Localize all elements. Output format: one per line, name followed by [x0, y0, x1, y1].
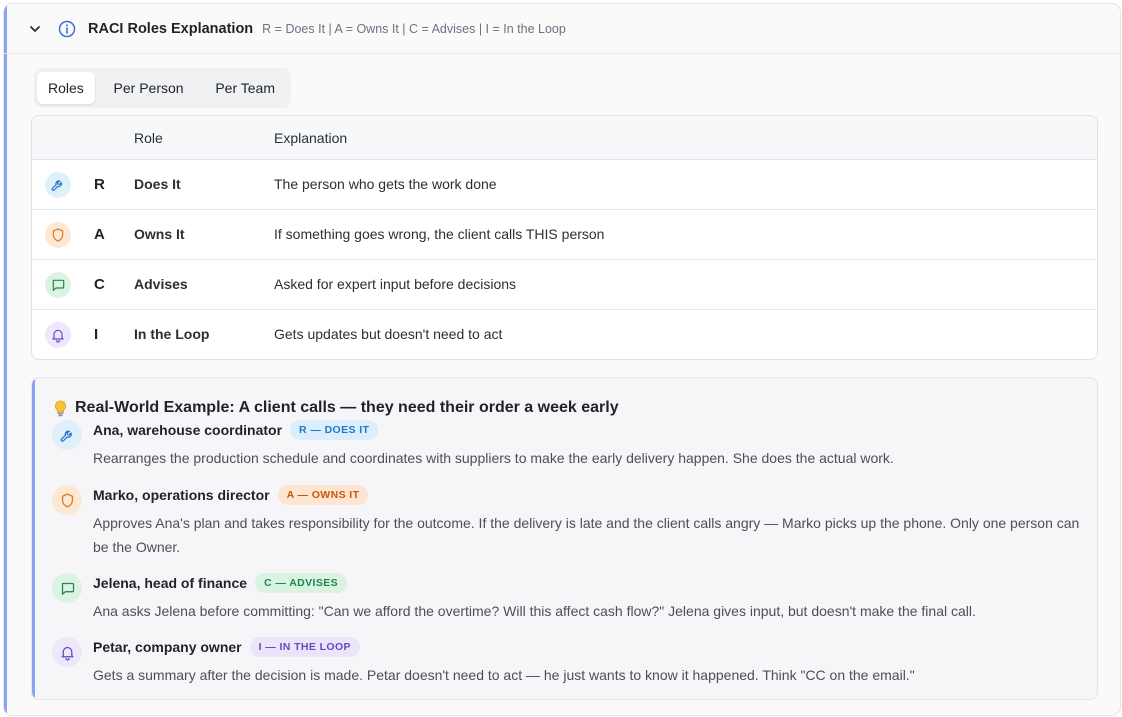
message-icon	[45, 272, 71, 298]
role-letter: C	[94, 276, 105, 293]
role-explanation: If something goes wrong, the client call…	[274, 226, 605, 242]
panel-subtitle: R = Does It | A = Owns It | C = Advises …	[262, 21, 566, 36]
person-description: Ana asks Jelena before committing: "Can …	[93, 603, 976, 619]
person-name-row: Ana, warehouse coordinator R — DOES IT	[93, 420, 379, 440]
roles-table: Role Explanation R Does It The person wh…	[31, 115, 1098, 360]
panel-header[interactable]: RACI Roles Explanation R = Does It | A =…	[4, 4, 1120, 54]
role-explanation: The person who gets the work done	[274, 176, 497, 192]
example-panel: Real-World Example: A client calls — the…	[31, 377, 1098, 700]
tab-per-person[interactable]: Per Person	[95, 72, 203, 104]
person-name: Petar, company owner	[93, 639, 242, 655]
tab-bar: Roles Per Person Per Team	[34, 68, 291, 108]
role-name: Advises	[134, 276, 188, 292]
info-icon	[58, 20, 76, 38]
lightbulb-icon	[54, 400, 67, 417]
role-name: Owns It	[134, 226, 185, 242]
table-row: R Does It The person who gets the work d…	[32, 160, 1097, 210]
shield-icon	[45, 222, 71, 248]
shield-icon	[52, 485, 82, 515]
person-description: Rearranges the production schedule and c…	[93, 450, 894, 466]
role-name: In the Loop	[134, 326, 210, 342]
person-name: Marko, operations director	[93, 487, 270, 503]
role-badge: R — DOES IT	[290, 420, 379, 440]
person-name: Ana, warehouse coordinator	[93, 422, 283, 438]
table-row: C Advises Asked for expert input before …	[32, 260, 1097, 310]
example-title: Real-World Example: A client calls — the…	[54, 399, 619, 417]
example-title-text: Real-World Example: A client calls — the…	[75, 399, 619, 416]
bell-icon	[52, 637, 82, 667]
table-row: A Owns It If something goes wrong, the c…	[32, 210, 1097, 260]
bell-icon	[45, 322, 71, 348]
column-header-explanation: Explanation	[274, 130, 348, 146]
person-description: Approves Ana's plan and takes responsibi…	[93, 515, 1080, 555]
role-explanation: Gets updates but doesn't need to act	[274, 326, 503, 342]
tab-per-team[interactable]: Per Team	[202, 72, 288, 104]
person-name: Jelena, head of finance	[93, 575, 248, 591]
role-letter: I	[94, 326, 99, 343]
chevron-down-icon[interactable]	[28, 22, 42, 36]
person-name-row: Jelena, head of finance C — ADVISES	[93, 573, 348, 593]
column-header-role: Role	[134, 130, 163, 146]
role-name: Does It	[134, 176, 181, 192]
panel-title: RACI Roles Explanation	[88, 20, 254, 37]
person-name-row: Marko, operations director A — OWNS IT	[93, 485, 369, 505]
role-badge: A — OWNS IT	[277, 485, 369, 505]
role-badge: C — ADVISES	[255, 573, 348, 593]
raci-panel: RACI Roles Explanation R = Does It | A =…	[3, 3, 1121, 716]
person-name-row: Petar, company owner I — IN THE LOOP	[93, 637, 360, 657]
role-letter: A	[94, 226, 105, 243]
table-header: Role Explanation	[32, 116, 1097, 160]
message-icon	[52, 573, 82, 603]
person-description: Gets a summary after the decision is mad…	[93, 667, 915, 683]
table-row: I In the Loop Gets updates but doesn't n…	[32, 310, 1097, 359]
role-badge: I — IN THE LOOP	[249, 637, 360, 657]
tab-roles[interactable]: Roles	[37, 72, 95, 104]
role-letter: R	[94, 176, 105, 193]
wrench-icon	[45, 172, 71, 198]
role-explanation: Asked for expert input before decisions	[274, 276, 517, 292]
wrench-icon	[52, 420, 82, 450]
